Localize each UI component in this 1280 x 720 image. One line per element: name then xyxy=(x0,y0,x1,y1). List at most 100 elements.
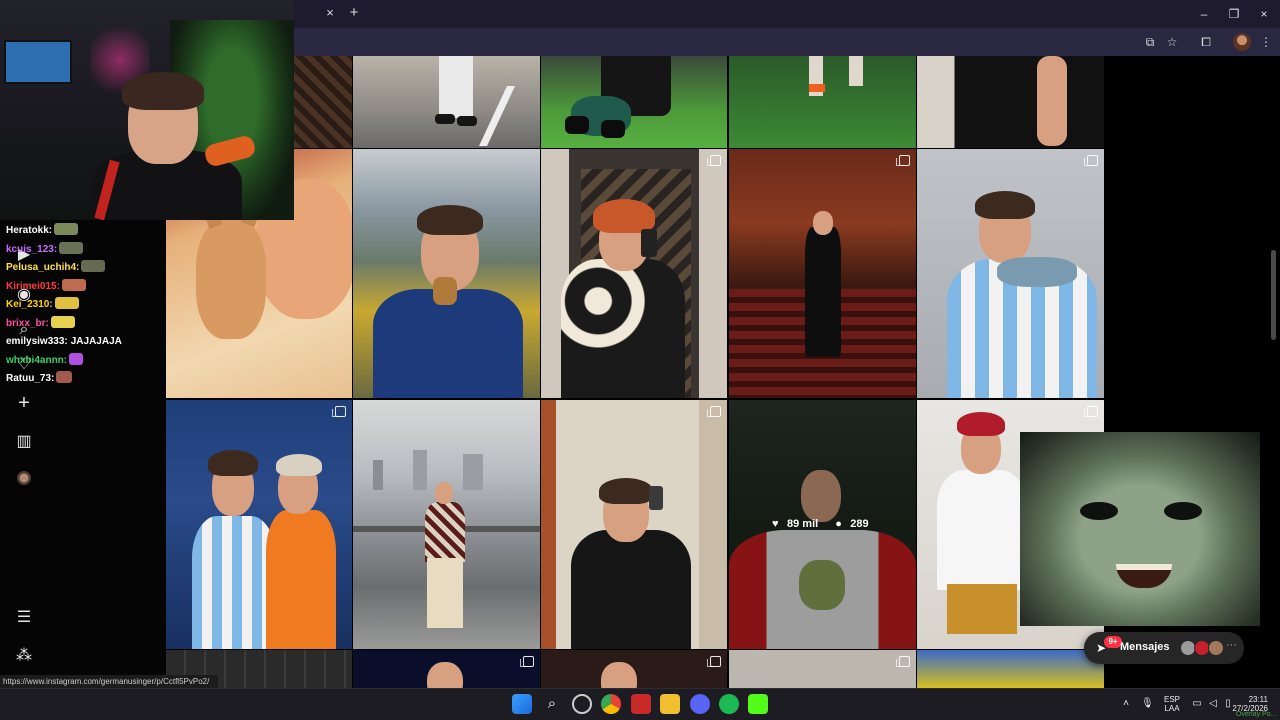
more-menu-icon[interactable]: ☰ xyxy=(14,608,34,628)
streamer-webcam xyxy=(0,0,294,220)
grid-photo[interactable] xyxy=(917,650,1104,688)
chat-text: JAJAJAJA xyxy=(70,336,122,347)
chat-emote xyxy=(61,278,86,291)
grid-photo[interactable] xyxy=(353,400,540,649)
post-hover-stats: ♥ 89 mil ● 289 xyxy=(772,518,869,530)
cast-icon[interactable]: ⧉ xyxy=(1142,34,1158,50)
spotify-icon[interactable] xyxy=(719,694,739,714)
messages-button[interactable]: ➤ 9+ Mensajes ··· xyxy=(1084,632,1244,664)
grid-photo[interactable] xyxy=(917,149,1104,398)
chat-message: Pelusa_uchih4: xyxy=(6,259,166,278)
screen: × + – ❐ × ⧉ ☆ ⧠ ⋮ ♥ 89 mil ● 289 ▶ ◉ ⌕ ♡… xyxy=(0,0,1280,720)
grid-photo[interactable] xyxy=(541,149,727,398)
chat-username: Ratuu_73: xyxy=(6,373,55,384)
cat-eye xyxy=(1164,502,1202,520)
language-indicator[interactable]: ESP LAA xyxy=(1160,695,1184,713)
create-plus-icon[interactable]: + xyxy=(14,393,34,413)
chat-message: brixx_br: xyxy=(6,315,166,334)
chat-username: emilysiw333: xyxy=(6,336,68,347)
network-icon[interactable]: ▭ xyxy=(1191,698,1203,710)
chat-message: whxbi4annn: xyxy=(6,352,166,371)
heart-icon: ♥ xyxy=(772,518,779,530)
comments-count: 289 xyxy=(850,518,869,530)
grid-photo[interactable] xyxy=(917,56,1104,148)
cat-mouth xyxy=(1116,564,1172,588)
grid-photo[interactable] xyxy=(729,650,916,688)
cat-eye xyxy=(1080,502,1118,520)
grid-photo[interactable] xyxy=(541,400,727,649)
messages-label: Mensajes xyxy=(1120,641,1170,653)
comment-icon: ● xyxy=(835,518,842,530)
chat-emote xyxy=(56,371,73,383)
chat-username: Pelusa_uchih4: xyxy=(6,262,80,273)
tray-chevron-icon[interactable]: ˄ xyxy=(1120,698,1132,710)
grid-photo[interactable] xyxy=(353,56,540,148)
extensions-icon[interactable]: ⧠ xyxy=(1198,34,1214,50)
cat-meme-overlay xyxy=(1020,432,1260,626)
chat-username: brixx_br: xyxy=(6,317,49,329)
multi-photo-icon xyxy=(707,656,721,667)
grid-photo[interactable] xyxy=(729,149,916,398)
close-window-button[interactable]: × xyxy=(1254,6,1274,22)
language-code: ESP xyxy=(1163,695,1180,704)
multi-photo-icon xyxy=(1084,406,1098,417)
chat-username: Kirimei015: xyxy=(6,280,60,292)
webcam-monitor xyxy=(4,40,72,84)
chat-message: Heratokk: xyxy=(6,222,166,241)
overlay-tag: Overlay Po... xyxy=(1236,711,1277,718)
multi-photo-icon xyxy=(707,406,721,417)
chat-emote xyxy=(81,260,106,272)
dashboard-icon[interactable]: ▥ xyxy=(14,432,34,452)
multi-photo-icon xyxy=(896,656,910,667)
stream-chat-overlay: Heratokk: kcuis_123: Pelusa_uchih4: Kiri… xyxy=(6,222,166,389)
restore-button[interactable]: ❐ xyxy=(1224,6,1244,22)
grid-photo[interactable] xyxy=(353,650,540,688)
chat-message: Kirimei015: xyxy=(6,278,166,297)
chat-username: whxbi4annn: xyxy=(6,354,68,366)
chat-message: emilysiw333: JAJAJAJA xyxy=(6,333,166,352)
chat-emote xyxy=(59,241,84,254)
clock-time: 23:11 xyxy=(1248,695,1268,704)
profile-avatar[interactable] xyxy=(1233,33,1251,51)
grid-photo[interactable] xyxy=(294,56,352,148)
chat-username: kcuis_123: xyxy=(6,243,58,255)
chrome-icon[interactable] xyxy=(601,694,621,714)
taskbar-search-icon[interactable]: ⌕ xyxy=(542,694,562,714)
more-dots-icon: ··· xyxy=(1226,639,1237,651)
grid-photo[interactable] xyxy=(353,149,540,398)
discord-icon[interactable] xyxy=(690,694,710,714)
chat-message: Ratuu_73: xyxy=(6,370,166,389)
grid-photo[interactable] xyxy=(166,400,352,649)
new-tab-button[interactable]: + xyxy=(346,4,362,22)
chat-message: kcuis_123: xyxy=(6,241,166,260)
volume-icon[interactable]: ◁ xyxy=(1207,698,1219,710)
chat-emote xyxy=(54,297,79,309)
multi-photo-icon xyxy=(520,656,534,667)
grid-photo[interactable] xyxy=(541,650,727,688)
multi-photo-icon xyxy=(332,406,346,417)
taskbar-widget-icon[interactable] xyxy=(572,694,592,714)
grid-photo[interactable] xyxy=(541,56,727,148)
microphone-icon[interactable]: 🎙 xyxy=(1141,698,1154,710)
windows-start-icon[interactable] xyxy=(512,694,532,714)
scrollbar-thumb[interactable] xyxy=(1271,250,1276,340)
link-status-url: https://www.instagram.com/germanusinger/… xyxy=(0,675,218,689)
multi-photo-icon xyxy=(1084,155,1098,166)
file-explorer-icon[interactable] xyxy=(660,694,680,714)
chat-emote xyxy=(50,315,75,328)
multi-photo-icon xyxy=(707,155,721,166)
meta-apps-icon[interactable]: ⁂ xyxy=(14,646,34,666)
profile-nav-avatar[interactable] xyxy=(17,471,31,485)
kick-icon[interactable] xyxy=(748,694,768,714)
chat-message: Kei_2310: xyxy=(6,296,166,315)
likes-count: 89 mil xyxy=(787,518,819,530)
close-tab-icon[interactable]: × xyxy=(322,5,338,21)
keyboard-layout: LAA xyxy=(1164,704,1180,713)
bookmark-star-icon[interactable]: ☆ xyxy=(1164,34,1180,50)
multi-photo-icon xyxy=(896,155,910,166)
browser-menu-icon[interactable]: ⋮ xyxy=(1258,34,1274,50)
chat-username: Kei_2310: xyxy=(6,299,53,310)
minimize-button[interactable]: – xyxy=(1194,6,1214,22)
app-icon[interactable] xyxy=(631,694,651,714)
grid-photo[interactable] xyxy=(729,56,916,148)
